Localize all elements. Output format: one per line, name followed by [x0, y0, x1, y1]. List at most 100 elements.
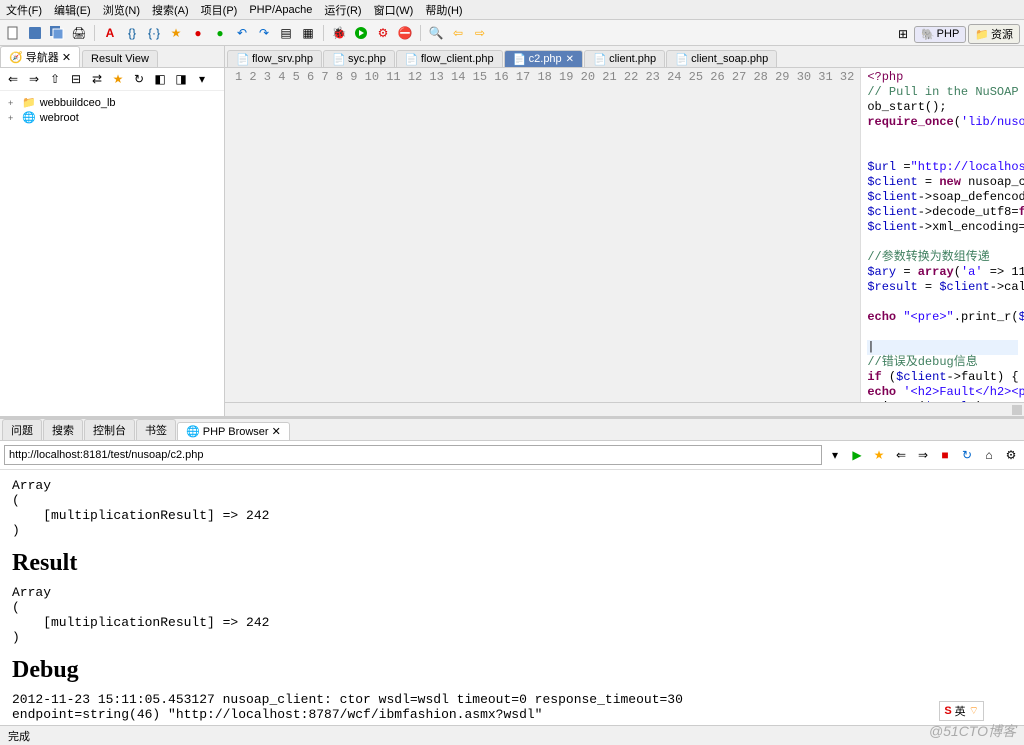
rss-icon: ⌔ [969, 704, 979, 718]
undo-icon[interactable]: ↶ [233, 24, 251, 42]
expand-icon[interactable]: + [8, 98, 18, 108]
bottom-tab-bookmarks[interactable]: 书签 [136, 419, 176, 440]
brace2-icon[interactable]: {·} [145, 24, 163, 42]
refresh-icon[interactable]: ↻ [958, 446, 976, 464]
box-icon[interactable]: ▦ [299, 24, 317, 42]
menu-run[interactable]: 运行(R) [324, 2, 361, 18]
bottom-tab-phpbrowser[interactable]: 🌐 PHP Browser ✕ [177, 422, 290, 440]
save-icon[interactable] [26, 24, 44, 42]
line-gutter: 1 2 3 4 5 6 7 8 9 10 11 12 13 14 15 16 1… [225, 68, 861, 402]
menu-file[interactable]: 文件(F) [6, 2, 42, 18]
tree-label: webroot [40, 112, 79, 124]
editor-area: 📄flow_srv.php 📄syc.php 📄flow_client.php … [225, 46, 1024, 416]
php-file-icon: 📄 [405, 53, 417, 65]
open-perspective-icon[interactable]: ⊞ [894, 25, 912, 43]
menu-icon[interactable]: ▾ [193, 70, 211, 88]
editor-tab[interactable]: 📄client.php [584, 50, 665, 67]
browser-icon: 🌐 [186, 426, 200, 438]
back-icon[interactable]: ⇐ [892, 446, 910, 464]
bottom-tab-search[interactable]: 搜索 [43, 419, 83, 440]
redo-icon[interactable]: ↷ [255, 24, 273, 42]
php-file-icon: 📄 [593, 53, 605, 65]
sidebar-tab-resultview[interactable]: Result View [82, 50, 158, 67]
menu-project[interactable]: 项目(P) [201, 2, 238, 18]
sidebar-toolbar: ⇐ ⇒ ⇧ ⊟ ⇄ ★ ↻ ◧ ◨ ▾ [0, 68, 224, 91]
editor-tab[interactable]: 📄client_soap.php [666, 50, 777, 67]
stop-icon[interactable]: ■ [936, 446, 954, 464]
heading-debug: Debug [12, 657, 1012, 684]
tb-b-icon[interactable]: ◨ [172, 70, 190, 88]
bottom-panel: 问题 搜索 控制台 书签 🌐 PHP Browser ✕ ▾ ▶ ★ ⇐ ⇒ ■… [0, 416, 1024, 726]
menu-edit[interactable]: 编辑(E) [54, 2, 91, 18]
brace-icon[interactable]: {} [123, 24, 141, 42]
close-icon[interactable]: ✕ [566, 54, 574, 65]
link-icon[interactable]: ⇄ [88, 70, 106, 88]
statusbar: 完成 [0, 725, 1024, 745]
stop-icon[interactable]: ⛔ [396, 24, 414, 42]
main-toolbar: 🖨 A {} {·} ★ ● ● ↶ ↷ ▤ ▦ 🐞 ⚙ ⛔ 🔍 ⇦ ⇨ [0, 20, 1024, 46]
run-ext-icon[interactable]: ⚙ [374, 24, 392, 42]
a-icon[interactable]: A [101, 24, 119, 42]
run-icon[interactable] [352, 24, 370, 42]
sidebar-tab-navigator[interactable]: 🧭 导航器 ✕ [0, 46, 80, 67]
tb-a-icon[interactable]: ◧ [151, 70, 169, 88]
bottom-tab-problems[interactable]: 问题 [2, 419, 42, 440]
editor-tabs: 📄flow_srv.php 📄syc.php 📄flow_client.php … [225, 46, 1024, 68]
nav-back-icon[interactable]: ⇦ [449, 24, 467, 42]
expand-icon[interactable]: + [8, 113, 18, 123]
browser-content[interactable]: Array ( [multiplicationResult] => 242 ) … [0, 470, 1024, 726]
debug-icon[interactable]: 🐞 [330, 24, 348, 42]
browser-toolbar: ▾ ▶ ★ ⇐ ⇒ ■ ↻ ⌂ ⚙ [0, 441, 1024, 470]
editor-tab-active[interactable]: 📄c2.php✕ [504, 50, 583, 67]
perspective-php[interactable]: 🐘PHP [914, 26, 966, 43]
up-icon[interactable]: ⇧ [46, 70, 64, 88]
menu-browse[interactable]: 浏览(N) [103, 2, 140, 18]
status-text: 完成 [8, 731, 30, 743]
nav-fwd-icon[interactable]: ⇨ [471, 24, 489, 42]
menu-help[interactable]: 帮助(H) [425, 2, 462, 18]
horizontal-scrollbar[interactable] [225, 402, 1024, 416]
tree-item-webroot[interactable]: + 🌐 webroot [8, 110, 216, 125]
fwd-icon[interactable]: ⇒ [914, 446, 932, 464]
editor-tab[interactable]: 📄syc.php [323, 50, 395, 67]
menu-window[interactable]: 窗口(W) [374, 2, 414, 18]
filter-icon[interactable]: ★ [109, 70, 127, 88]
fav-icon[interactable]: ★ [870, 446, 888, 464]
menu-phpapache[interactable]: PHP/Apache [249, 4, 312, 16]
menu-search[interactable]: 搜索(A) [152, 2, 189, 18]
tree-item-webbuildceo[interactable]: + 📁 webbuildceo_lb [8, 95, 216, 110]
perspective-switcher: ⊞ 🐘PHP 📁资源 [894, 24, 1020, 44]
editor-tab[interactable]: 📄flow_srv.php [227, 50, 322, 67]
php-file-icon: 📄 [675, 53, 687, 65]
tree-label: webbuildceo_lb [40, 97, 116, 109]
go-icon[interactable]: ▶ [848, 446, 866, 464]
code-editor[interactable]: <?php // Pull in the NuSOAP code ob_star… [861, 68, 1024, 402]
collapse-icon[interactable]: ⊟ [67, 70, 85, 88]
home-icon[interactable]: ⌂ [980, 446, 998, 464]
fwd-icon[interactable]: ⇒ [25, 70, 43, 88]
url-input[interactable] [4, 445, 822, 465]
settings-icon[interactable]: ⚙ [1002, 446, 1020, 464]
back-icon[interactable]: ⇐ [4, 70, 22, 88]
saveall-icon[interactable] [48, 24, 66, 42]
bottom-tabs: 问题 搜索 控制台 书签 🌐 PHP Browser ✕ [0, 419, 1024, 441]
output-array1: Array ( [multiplicationResult] => 242 ) [12, 478, 1012, 538]
perspective-resource[interactable]: 📁资源 [968, 24, 1020, 44]
bottom-tab-console[interactable]: 控制台 [84, 419, 135, 440]
url-dropdown-icon[interactable]: ▾ [826, 446, 844, 464]
dot-green-icon[interactable]: ● [211, 24, 229, 42]
folder-icon: 📁 [22, 96, 36, 109]
search-icon[interactable]: 🔍 [427, 24, 445, 42]
ime-indicator[interactable]: S 英 ⌔ [939, 701, 984, 721]
comment-icon[interactable]: ▤ [277, 24, 295, 42]
sync-icon[interactable]: ↻ [130, 70, 148, 88]
nav-icon: 🧭 [9, 52, 23, 64]
star-icon[interactable]: ★ [167, 24, 185, 42]
print-icon[interactable]: 🖨 [70, 24, 88, 42]
folder-icon: 📁 [975, 28, 989, 41]
new-icon[interactable] [4, 24, 22, 42]
ime-s-icon: S [944, 705, 951, 717]
dot-red-icon[interactable]: ● [189, 24, 207, 42]
php-file-icon: 📄 [513, 53, 525, 65]
editor-tab[interactable]: 📄flow_client.php [396, 50, 503, 67]
